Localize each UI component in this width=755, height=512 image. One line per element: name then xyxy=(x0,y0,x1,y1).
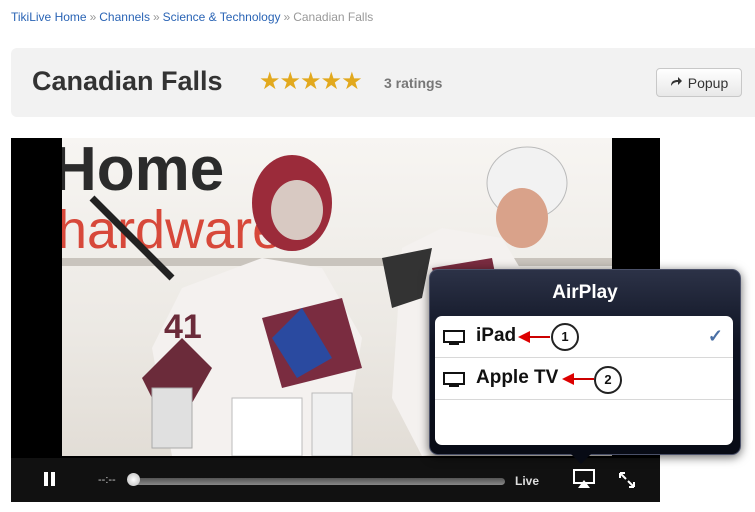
airplay-empty-row xyxy=(435,400,733,442)
breadcrumb-channels-link[interactable]: Channels xyxy=(99,10,150,24)
breadcrumb-separator: » xyxy=(89,10,97,24)
monitor-icon xyxy=(443,372,465,388)
live-label: Live xyxy=(515,474,540,488)
popover-pointer xyxy=(569,452,593,464)
progress-scrubber[interactable] xyxy=(127,473,140,486)
airplay-device-list: iPad ✓ Apple TV xyxy=(435,316,733,445)
player-control-bar: --:-- Live xyxy=(11,458,660,502)
time-readout: --:-- xyxy=(98,474,116,486)
airplay-title: AirPlay xyxy=(552,282,618,303)
device-name: iPad xyxy=(476,325,517,346)
svg-text:hardware: hardware xyxy=(62,200,282,260)
popup-button[interactable]: Popup xyxy=(656,68,742,97)
callout-badge-1: 1 xyxy=(551,323,579,351)
page-title: Canadian Falls xyxy=(32,66,223,96)
breadcrumb-current: Canadian Falls xyxy=(293,10,374,24)
monitor-icon xyxy=(443,330,465,346)
star-rating[interactable]: ★★★★★ xyxy=(259,70,363,94)
airplay-device-ipad[interactable]: iPad ✓ xyxy=(435,316,733,358)
airplay-popover: AirPlay iPad ✓ Apple TV xyxy=(429,269,741,464)
breadcrumb: TikiLive Home» Channels» Science & Technol… xyxy=(11,10,373,24)
callout-line-1 xyxy=(528,336,550,338)
fullscreen-icon[interactable] xyxy=(618,471,636,489)
progress-track[interactable] xyxy=(129,478,505,485)
pause-icon[interactable] xyxy=(39,470,59,490)
airplay-icon[interactable] xyxy=(573,468,595,490)
device-name: Apple TV xyxy=(476,367,559,388)
callout-badge-2: 2 xyxy=(594,366,622,394)
breadcrumb-home-link[interactable]: TikiLive Home xyxy=(11,10,87,24)
breadcrumb-separator: » xyxy=(152,10,160,24)
channel-header: Canadian Falls ★★★★★ 3 ratings Popup xyxy=(11,48,755,117)
popup-button-label: Popup xyxy=(687,74,729,91)
svg-text:41: 41 xyxy=(164,308,202,346)
share-arrow-icon xyxy=(670,75,683,90)
rating-count: 3 ratings xyxy=(384,75,443,91)
breadcrumb-separator: » xyxy=(283,10,291,24)
selected-check-icon: ✓ xyxy=(707,326,723,346)
callout-line-2 xyxy=(572,378,594,380)
breadcrumb-category-link[interactable]: Science & Technology xyxy=(163,10,281,24)
svg-text:Home: Home xyxy=(62,138,224,204)
